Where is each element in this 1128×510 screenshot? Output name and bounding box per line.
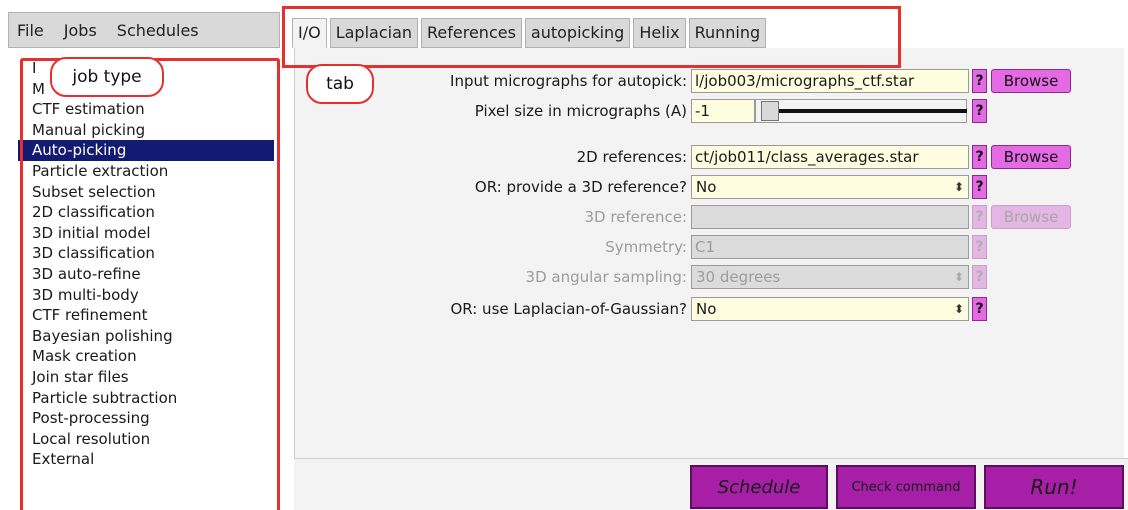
updown-arrows-icon: ⬍: [953, 302, 964, 316]
use-log-value: No: [696, 300, 717, 318]
io-panel: Input micrographs for autopick: l/job003…: [294, 48, 1124, 458]
tab-running[interactable]: Running: [688, 18, 767, 48]
job-item-3d-auto-refine[interactable]: 3D auto-refine: [18, 264, 280, 285]
tab-references[interactable]: References: [421, 18, 522, 48]
job-type-list: I Mon CTF estimation Manual picking Auto…: [18, 58, 280, 510]
job-item-post-processing[interactable]: Post-processing: [18, 408, 280, 429]
tab-laplacian[interactable]: Laplacian: [329, 18, 419, 48]
use-log-select[interactable]: No ⬍: [691, 297, 969, 321]
refs-2d-help-button[interactable]: ?: [972, 145, 987, 169]
provide-3d-row: OR: provide a 3D reference? No ⬍ ?: [295, 174, 1125, 200]
input-micrographs-label: Input micrographs for autopick:: [450, 72, 687, 90]
tab-autopicking[interactable]: autopicking: [524, 18, 631, 48]
job-item-3d-initial-model[interactable]: 3D initial model: [18, 223, 280, 244]
job-item-ctf-refinement[interactable]: CTF refinement: [18, 305, 280, 326]
run-button[interactable]: Run!: [984, 465, 1124, 509]
schedule-button[interactable]: Schedule: [690, 465, 828, 509]
updown-arrows-icon: ⬍: [953, 180, 964, 194]
use-log-label: OR: use Laplacian-of-Gaussian?: [450, 300, 687, 318]
job-item-3d-multi-body[interactable]: 3D multi-body: [18, 285, 280, 306]
job-item-local-resolution[interactable]: Local resolution: [18, 429, 280, 450]
symmetry-label: Symmetry:: [605, 238, 687, 256]
input-micrographs-browse-button[interactable]: Browse: [991, 69, 1071, 93]
angular-sampling-label: 3D angular sampling:: [525, 268, 687, 286]
job-item-bayesian-polishing[interactable]: Bayesian polishing: [18, 326, 280, 347]
angular-sampling-select[interactable]: 30 degrees ⬍: [691, 265, 969, 289]
tab-callout: tab: [306, 64, 374, 104]
job-item-manual-picking[interactable]: Manual picking: [18, 120, 280, 141]
refs-2d-label: 2D references:: [576, 148, 687, 166]
ref-3d-help-button[interactable]: ?: [972, 205, 987, 229]
refs-2d-field[interactable]: ct/job011/class_averages.star: [691, 145, 969, 169]
menu-jobs[interactable]: Jobs: [64, 21, 97, 40]
input-micrographs-field[interactable]: l/job003/micrographs_ctf.star: [691, 69, 969, 93]
angular-sampling-row: 3D angular sampling: 30 degrees ⬍ ?: [295, 264, 1125, 290]
provide-3d-select[interactable]: No ⬍: [691, 175, 969, 199]
symmetry-help-button[interactable]: ?: [972, 235, 987, 259]
symmetry-row: Symmetry: C1 ?: [295, 234, 1125, 260]
pixel-size-row: Pixel size in micrographs (A) -1 ?: [295, 98, 1125, 124]
input-micrographs-help-button[interactable]: ?: [972, 69, 987, 93]
menu-file[interactable]: File: [17, 21, 44, 40]
menu-bar: File Jobs Schedules: [8, 12, 280, 48]
ref-3d-row: 3D reference: ? Browse: [295, 204, 1125, 230]
job-item-particle-subtraction[interactable]: Particle subtraction: [18, 388, 280, 409]
angular-sampling-help-button[interactable]: ?: [972, 265, 987, 289]
updown-arrows-icon: ⬍: [953, 270, 964, 284]
ref-3d-browse-button[interactable]: Browse: [991, 205, 1071, 229]
pixel-size-field[interactable]: -1: [691, 99, 755, 123]
pixel-size-help-button[interactable]: ?: [972, 99, 987, 123]
job-item-2d-classification[interactable]: 2D classification: [18, 202, 280, 223]
menu-schedules[interactable]: Schedules: [117, 21, 199, 40]
job-type-callout: job type: [50, 57, 164, 97]
job-item-ctf-estimation[interactable]: CTF estimation: [18, 99, 280, 120]
input-micrographs-row: Input micrographs for autopick: l/job003…: [295, 68, 1125, 94]
pixel-size-label: Pixel size in micrographs (A): [474, 102, 687, 120]
pixel-size-slider-track: [761, 109, 967, 113]
action-bar: Schedule Check command Run!: [294, 458, 1128, 510]
job-item-subset-selection[interactable]: Subset selection: [18, 182, 280, 203]
provide-3d-help-button[interactable]: ?: [972, 175, 987, 199]
job-item-3d-classification[interactable]: 3D classification: [18, 243, 280, 264]
pixel-size-slider-thumb[interactable]: [761, 101, 779, 121]
refs-2d-row: 2D references: ct/job011/class_averages.…: [295, 144, 1125, 170]
use-log-help-button[interactable]: ?: [972, 297, 987, 321]
job-item-particle-extraction[interactable]: Particle extraction: [18, 161, 280, 182]
job-item-mask-creation[interactable]: Mask creation: [18, 346, 280, 367]
use-log-row: OR: use Laplacian-of-Gaussian? No ⬍ ?: [295, 296, 1125, 322]
job-item-join-star-files[interactable]: Join star files: [18, 367, 280, 388]
angular-sampling-value: 30 degrees: [696, 268, 781, 286]
ref-3d-field[interactable]: [691, 205, 969, 229]
refs-2d-browse-button[interactable]: Browse: [991, 145, 1071, 169]
job-item-external[interactable]: External: [18, 449, 280, 470]
ref-3d-label: 3D reference:: [584, 208, 687, 226]
symmetry-field[interactable]: C1: [691, 235, 969, 259]
job-item-auto-picking[interactable]: Auto-picking: [18, 140, 274, 161]
check-command-button[interactable]: Check command: [836, 465, 976, 509]
tab-io[interactable]: I/O: [292, 18, 327, 48]
provide-3d-value: No: [696, 178, 717, 196]
tab-helix[interactable]: Helix: [633, 18, 686, 48]
tab-bar: I/O Laplacian References autopicking Hel…: [292, 18, 769, 48]
provide-3d-label: OR: provide a 3D reference?: [474, 178, 687, 196]
